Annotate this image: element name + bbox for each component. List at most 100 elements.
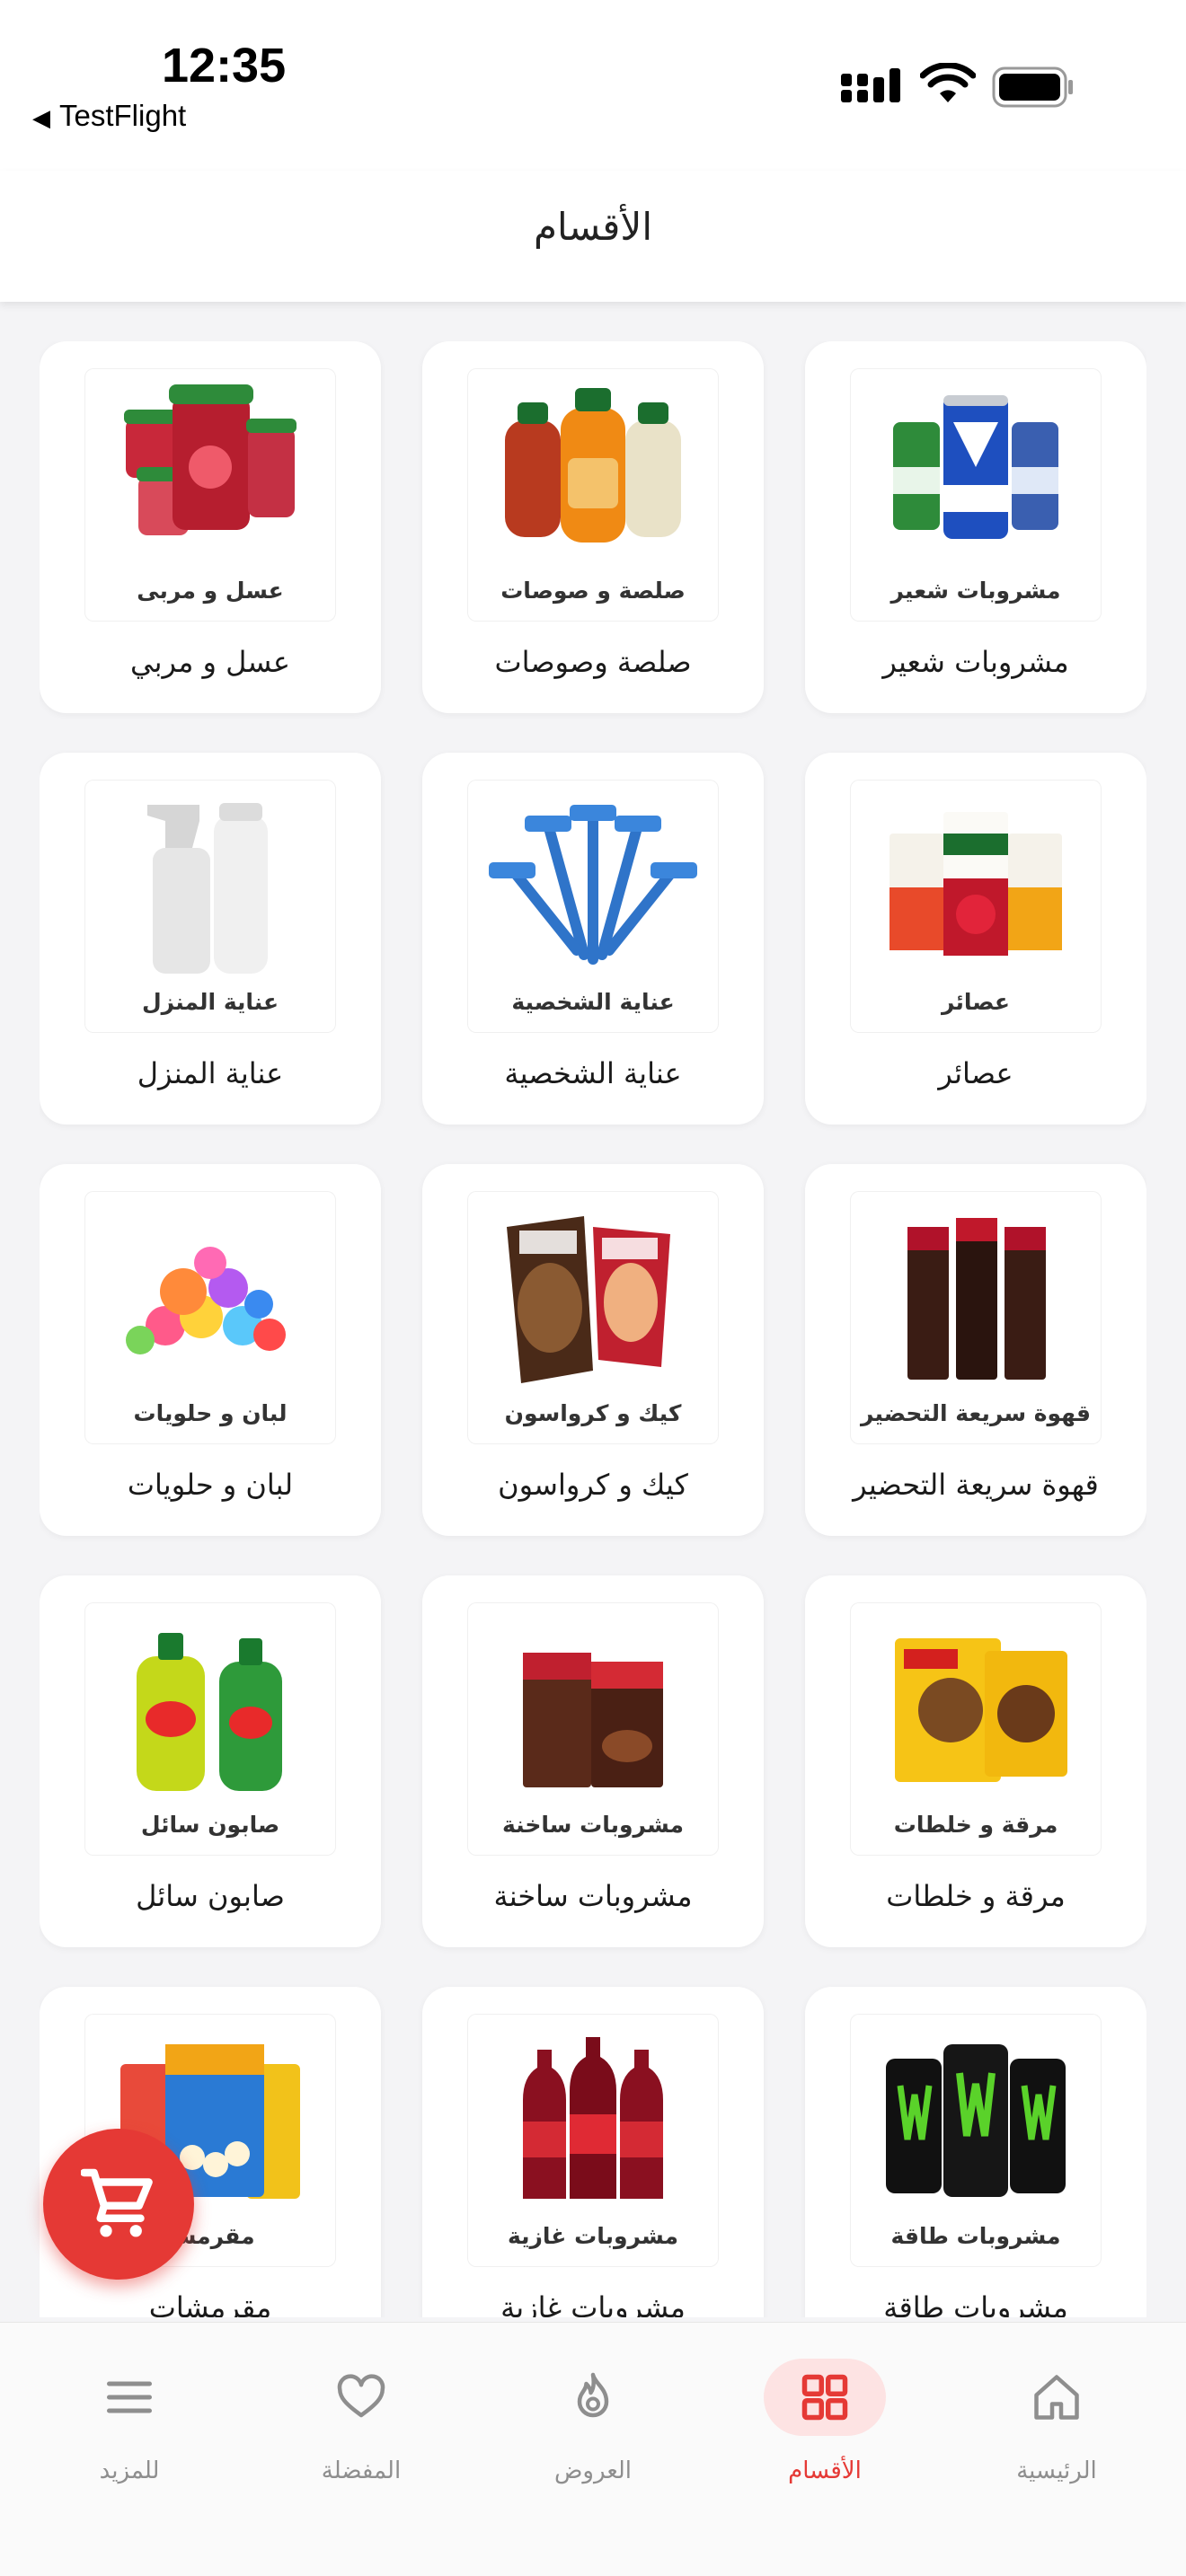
thumbnail-caption: مشروبات غازية bbox=[507, 2223, 678, 2249]
category-thumbnail: مشروبات غازية bbox=[467, 2014, 719, 2267]
category-card[interactable]: مرقة و خلطات مرقة و خلطات bbox=[805, 1575, 1146, 1947]
tab-home[interactable]: الرئيسية bbox=[967, 2359, 1146, 2493]
category-thumbnail: صلصة و صوصات bbox=[467, 368, 719, 622]
home-icon bbox=[1034, 2375, 1079, 2420]
category-thumbnail: مشروبات شعير bbox=[850, 368, 1102, 622]
category-name: مشروبات ساخنة bbox=[493, 1879, 693, 1913]
jam-jars-image bbox=[124, 384, 296, 535]
category-grid: مشروبات شعير مشروبات شعير صلصة و صوصات ص… bbox=[40, 341, 1146, 2317]
juice-cartons-image bbox=[890, 812, 1062, 956]
back-app-label: TestFlight bbox=[59, 99, 187, 132]
category-card[interactable]: مشروبات ساخنة مشروبات ساخنة bbox=[422, 1575, 764, 1947]
page-title: الأقسام bbox=[534, 205, 652, 249]
category-card[interactable]: صلصة و صوصات صلصة وصوصات bbox=[422, 341, 764, 713]
tab-label: الأقسام bbox=[788, 2457, 862, 2484]
instant-coffee-sticks-image bbox=[907, 1218, 1046, 1380]
tab-offers[interactable]: العروض bbox=[503, 2359, 683, 2493]
category-thumbnail: عسل و مربى bbox=[84, 368, 336, 622]
category-name: عناية المنزل bbox=[137, 1056, 284, 1090]
thumbnail-caption: لبان و حلويات bbox=[133, 1400, 288, 1426]
category-thumbnail: مرقة و خلطات bbox=[850, 1602, 1102, 1856]
menu-icon bbox=[107, 2381, 152, 2413]
tab-favorites[interactable]: المفضلة bbox=[271, 2359, 451, 2493]
bottom-tab-bar: الرئيسية الأقسام العروض المفضلة للمزيد bbox=[0, 2322, 1186, 2576]
status-time: 12:35 bbox=[162, 39, 287, 93]
heart-icon bbox=[337, 2374, 385, 2418]
category-card[interactable]: مشروبات غازية مشروبات غازية bbox=[422, 1987, 764, 2317]
thumbnail-caption: كيك و كرواسون bbox=[504, 1400, 682, 1426]
thumbnail-caption: صابون سائل bbox=[140, 1812, 280, 1838]
category-name: مشروبات طاقة bbox=[883, 2290, 1068, 2317]
thumbnail-caption: صلصة و صوصات bbox=[500, 578, 686, 604]
wifi-icon bbox=[920, 63, 976, 102]
category-card[interactable]: عناية المنزل عناية المنزل bbox=[40, 753, 381, 1125]
category-name: عصائر bbox=[938, 1056, 1013, 1090]
category-card[interactable]: عسل و مربى عسل و مربي bbox=[40, 341, 381, 713]
category-name: صابون سائل bbox=[136, 1879, 285, 1913]
energy-cans-image bbox=[886, 2044, 1066, 2197]
category-thumbnail: صابون سائل bbox=[84, 1602, 336, 1856]
category-card[interactable]: صابون سائل صابون سائل bbox=[40, 1575, 381, 1947]
category-card[interactable]: كيك و كرواسون كيك و كرواسون bbox=[422, 1164, 764, 1536]
spray-bottles-image bbox=[147, 803, 268, 974]
category-thumbnail: عناية الشخصية bbox=[467, 780, 719, 1033]
category-card[interactable]: عناية الشخصية عناية الشخصية bbox=[422, 753, 764, 1125]
candies-image bbox=[126, 1247, 286, 1354]
tab-label: المفضلة bbox=[321, 2457, 402, 2484]
category-name: قهوة سريعة التحضير bbox=[853, 1468, 1099, 1502]
thumbnail-caption: مشروبات طاقة bbox=[890, 2223, 1061, 2249]
dish-soap-bottles-image bbox=[137, 1633, 282, 1791]
malt-drinks-cans-image bbox=[893, 395, 1058, 539]
category-name: صلصة وصوصات bbox=[494, 645, 692, 679]
grid-icon bbox=[801, 2374, 848, 2421]
category-card[interactable]: عصائر عصائر bbox=[805, 753, 1146, 1125]
category-name: عسل و مربي bbox=[129, 645, 291, 679]
spice-packs-image bbox=[895, 1638, 1067, 1782]
category-card[interactable]: قهوة سريعة التحضير قهوة سريعة التحضير bbox=[805, 1164, 1146, 1536]
category-card[interactable]: مشروبات طاقة مشروبات طاقة bbox=[805, 1987, 1146, 2317]
thumbnail-caption: مرقة و خلطات bbox=[893, 1812, 1058, 1838]
flame-icon bbox=[577, 2372, 609, 2418]
category-card[interactable]: مشروبات شعير مشروبات شعير bbox=[805, 341, 1146, 713]
category-name: مقرمشات bbox=[148, 2290, 272, 2317]
category-thumbnail: كيك و كرواسون bbox=[467, 1191, 719, 1444]
category-name: مشروبات غازية bbox=[500, 2290, 686, 2317]
thumbnail-caption: مشروبات ساخنة bbox=[502, 1812, 684, 1838]
page-header: الأقسام bbox=[0, 171, 1186, 302]
category-name: كيك و كرواسون bbox=[498, 1468, 688, 1502]
category-thumbnail: قهوة سريعة التحضير bbox=[850, 1191, 1102, 1444]
cocoa-boxes-image bbox=[523, 1653, 663, 1787]
category-name: عناية الشخصية bbox=[504, 1056, 682, 1090]
category-thumbnail: مشروبات طاقة bbox=[850, 2014, 1102, 2267]
thumbnail-caption: عصائر bbox=[941, 989, 1011, 1015]
cellular-signal-icon bbox=[841, 68, 900, 102]
cart-icon bbox=[81, 2168, 153, 2237]
thumbnail-caption: عسل و مربى bbox=[137, 578, 284, 604]
battery-icon bbox=[992, 66, 1073, 108]
cart-button[interactable] bbox=[43, 2129, 194, 2280]
thumbnail-caption: عناية المنزل bbox=[141, 989, 279, 1015]
category-name: لبان و حلويات bbox=[127, 1468, 294, 1502]
category-card[interactable]: لبان و حلويات لبان و حلويات bbox=[40, 1164, 381, 1536]
category-name: مشروبات شعير bbox=[882, 645, 1069, 679]
thumbnail-caption: عناية الشخصية bbox=[511, 989, 675, 1015]
status-bar: 12:35 ◀ TestFlight bbox=[0, 0, 1186, 171]
soda-bottles-image bbox=[523, 2037, 663, 2199]
category-thumbnail: مشروبات ساخنة bbox=[467, 1602, 719, 1856]
back-to-app-link[interactable]: ◀ TestFlight bbox=[32, 99, 186, 133]
tab-label: للمزيد bbox=[99, 2457, 160, 2484]
thumbnail-caption: مشروبات شعير bbox=[890, 578, 1061, 604]
tab-more[interactable]: للمزيد bbox=[40, 2359, 219, 2493]
croissant-packs-image bbox=[507, 1216, 670, 1383]
category-thumbnail: لبان و حلويات bbox=[84, 1191, 336, 1444]
thumbnail-caption: قهوة سريعة التحضير bbox=[860, 1400, 1092, 1426]
tab-label: العروض bbox=[553, 2457, 633, 2484]
back-arrow-icon: ◀ bbox=[32, 104, 50, 131]
category-thumbnail: عصائر bbox=[850, 780, 1102, 1033]
sauce-bottles-image bbox=[505, 388, 681, 543]
tab-label: الرئيسية bbox=[1016, 2457, 1097, 2484]
razors-image bbox=[489, 805, 697, 965]
category-name: مرقة و خلطات bbox=[886, 1879, 1066, 1913]
category-thumbnail: عناية المنزل bbox=[84, 780, 336, 1033]
tab-categories[interactable]: الأقسام bbox=[735, 2359, 915, 2493]
